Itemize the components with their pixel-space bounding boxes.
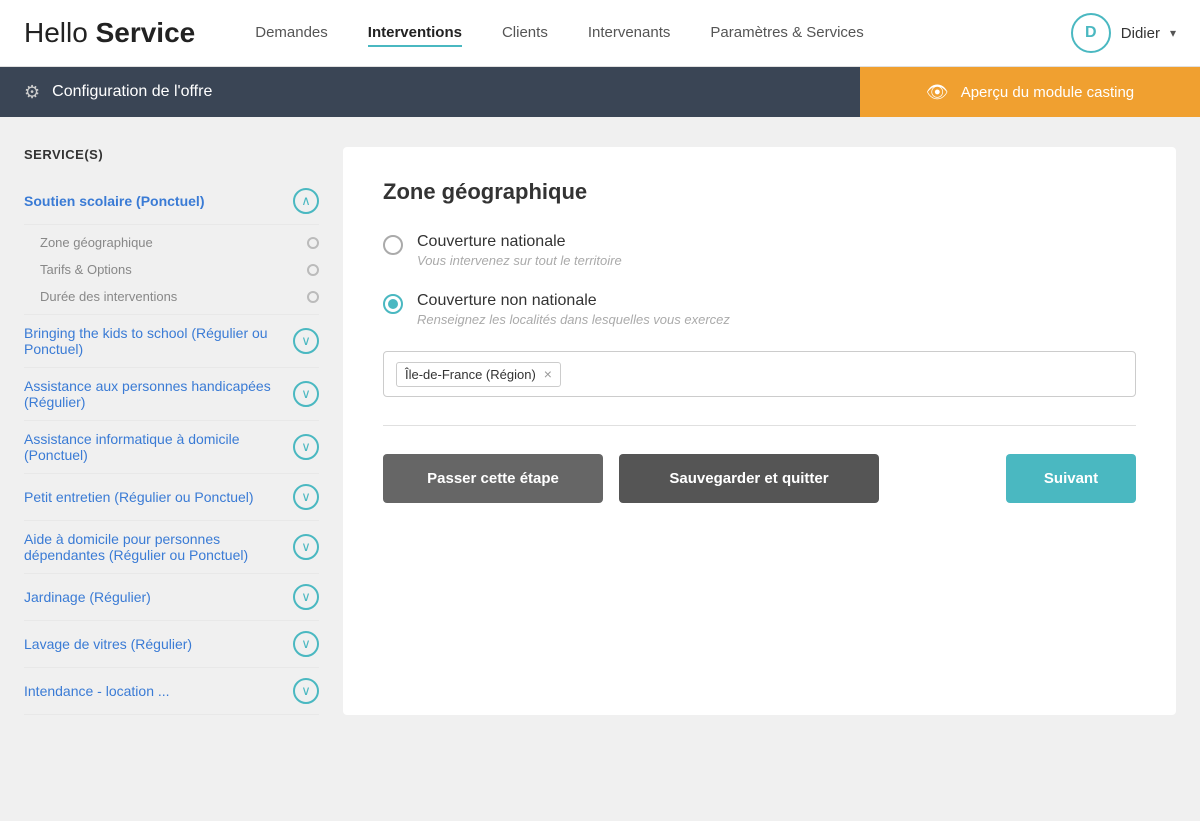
- sidebar-item-petit-entretien[interactable]: Petit entretien (Régulier ou Ponctuel) ∨: [24, 474, 319, 521]
- chevron-up-icon: ∧: [293, 188, 319, 214]
- subitem-dot-icon: [307, 291, 319, 303]
- subitem-dot-icon: [307, 237, 319, 249]
- sidebar-item-label: Assistance informatique à domicile (Ponc…: [24, 431, 293, 463]
- radio-non-nationale-label: Couverture non nationale: [417, 292, 730, 310]
- nav-demandes[interactable]: Demandes: [255, 20, 328, 47]
- subheader: ⚙ Configuration de l'offre 👁 Aperçu du m…: [0, 67, 1200, 117]
- sidebar-subitem-label: Durée des interventions: [40, 289, 177, 304]
- brand-service: Service: [96, 17, 196, 48]
- sidebar-item-label: Jardinage (Régulier): [24, 589, 151, 605]
- sidebar-item-label: Assistance aux personnes handicapées (Ré…: [24, 378, 293, 410]
- chevron-down-icon: ∨: [293, 584, 319, 610]
- sidebar-item-assistance-handicap[interactable]: Assistance aux personnes handicapées (Ré…: [24, 368, 319, 421]
- sidebar-item-bringing[interactable]: Bringing the kids to school (Régulier ou…: [24, 315, 319, 368]
- nav-clients[interactable]: Clients: [502, 20, 548, 47]
- chevron-down-icon: ∨: [293, 381, 319, 407]
- sidebar-item-label: Soutien scolaire (Ponctuel): [24, 193, 204, 209]
- action-buttons: Passer cette étape Sauvegarder et quitte…: [383, 454, 1136, 503]
- radio-circle-non-nationale: [383, 294, 403, 314]
- sidebar-subitems-soutien: Zone géographique Tarifs & Options Durée…: [24, 225, 319, 315]
- sidebar-item-soutien-scolaire[interactable]: Soutien scolaire (Ponctuel) ∧: [24, 178, 319, 225]
- avatar: D: [1071, 13, 1111, 53]
- passer-etape-button[interactable]: Passer cette étape: [383, 454, 603, 503]
- content-card: Zone géographique Couverture nationale V…: [343, 147, 1176, 715]
- radio-non-nationale-text: Couverture non nationale Renseignez les …: [417, 292, 730, 327]
- navbar: Hello Service Demandes Interventions Cli…: [0, 0, 1200, 67]
- gear-icon: ⚙: [24, 82, 40, 103]
- brand-hello: Hello: [24, 17, 96, 48]
- chevron-down-icon: ▾: [1170, 26, 1176, 40]
- sidebar-subitem-label: Zone géographique: [40, 235, 153, 250]
- preview-text: Aperçu du module casting: [961, 84, 1134, 101]
- chevron-down-icon: ∨: [293, 434, 319, 460]
- subheader-title: Configuration de l'offre: [52, 83, 212, 101]
- tag-text: Île-de-France (Région): [405, 367, 536, 382]
- nav-links: Demandes Interventions Clients Intervena…: [255, 20, 1071, 47]
- sidebar-subitem-label: Tarifs & Options: [40, 262, 132, 277]
- chevron-down-icon: ∨: [293, 534, 319, 560]
- chevron-down-icon: ∨: [293, 484, 319, 510]
- subitem-dot-icon: [307, 264, 319, 276]
- suivant-button[interactable]: Suivant: [1006, 454, 1136, 503]
- chevron-down-icon: ∨: [293, 678, 319, 704]
- sidebar-item-label: Aide à domicile pour personnes dépendant…: [24, 531, 293, 563]
- radio-circle-nationale: [383, 235, 403, 255]
- sidebar-item-lavage-vitres[interactable]: Lavage de vitres (Régulier) ∨: [24, 621, 319, 668]
- sauvegarder-quitter-button[interactable]: Sauvegarder et quitter: [619, 454, 879, 503]
- sidebar-item-assistance-info[interactable]: Assistance informatique à domicile (Ponc…: [24, 421, 319, 474]
- radio-nationale-label: Couverture nationale: [417, 233, 622, 251]
- sidebar-item-jardinage[interactable]: Jardinage (Régulier) ∨: [24, 574, 319, 621]
- divider: [383, 425, 1136, 426]
- main-layout: SERVICE(S) Soutien scolaire (Ponctuel) ∧…: [0, 117, 1200, 745]
- nav-parametres[interactable]: Paramètres & Services: [710, 20, 863, 47]
- subheader-left: ⚙ Configuration de l'offre: [0, 82, 860, 103]
- sidebar-item-label: Bringing the kids to school (Régulier ou…: [24, 325, 293, 357]
- sidebar-subitem-zone[interactable]: Zone géographique: [40, 229, 319, 256]
- sidebar-item-label: Petit entretien (Régulier ou Ponctuel): [24, 489, 254, 505]
- tag-input-area[interactable]: Île-de-France (Région) ×: [383, 351, 1136, 397]
- radio-non-nationale-sublabel: Renseignez les localités dans lesquelles…: [417, 312, 730, 327]
- eye-icon: 👁: [926, 82, 949, 103]
- tag-close-button[interactable]: ×: [544, 367, 552, 381]
- tag-ile-de-france: Île-de-France (Région) ×: [396, 362, 561, 387]
- sidebar-subitem-duree[interactable]: Durée des interventions: [40, 283, 319, 310]
- nav-interventions[interactable]: Interventions: [368, 20, 462, 47]
- brand-logo: Hello Service: [24, 17, 195, 49]
- nav-intervenants[interactable]: Intervenants: [588, 20, 671, 47]
- sidebar-item-intendance[interactable]: Intendance - location ... ∨: [24, 668, 319, 715]
- preview-module-button[interactable]: 👁 Aperçu du module casting: [860, 67, 1200, 117]
- radio-nationale[interactable]: Couverture nationale Vous intervenez sur…: [383, 233, 1136, 268]
- sidebar-item-label: Intendance - location ...: [24, 683, 170, 699]
- radio-nationale-sublabel: Vous intervenez sur tout le territoire: [417, 253, 622, 268]
- sidebar: SERVICE(S) Soutien scolaire (Ponctuel) ∧…: [24, 147, 319, 715]
- sidebar-section-title: SERVICE(S): [24, 147, 319, 162]
- user-name: Didier: [1121, 25, 1160, 42]
- sidebar-item-label: Lavage de vitres (Régulier): [24, 636, 192, 652]
- sidebar-subitem-tarifs[interactable]: Tarifs & Options: [40, 256, 319, 283]
- user-menu[interactable]: D Didier ▾: [1071, 13, 1176, 53]
- chevron-down-icon: ∨: [293, 631, 319, 657]
- radio-non-nationale[interactable]: Couverture non nationale Renseignez les …: [383, 292, 1136, 327]
- radio-nationale-text: Couverture nationale Vous intervenez sur…: [417, 233, 622, 268]
- chevron-down-icon: ∨: [293, 328, 319, 354]
- sidebar-item-aide-domicile[interactable]: Aide à domicile pour personnes dépendant…: [24, 521, 319, 574]
- page-title: Zone géographique: [383, 179, 1136, 205]
